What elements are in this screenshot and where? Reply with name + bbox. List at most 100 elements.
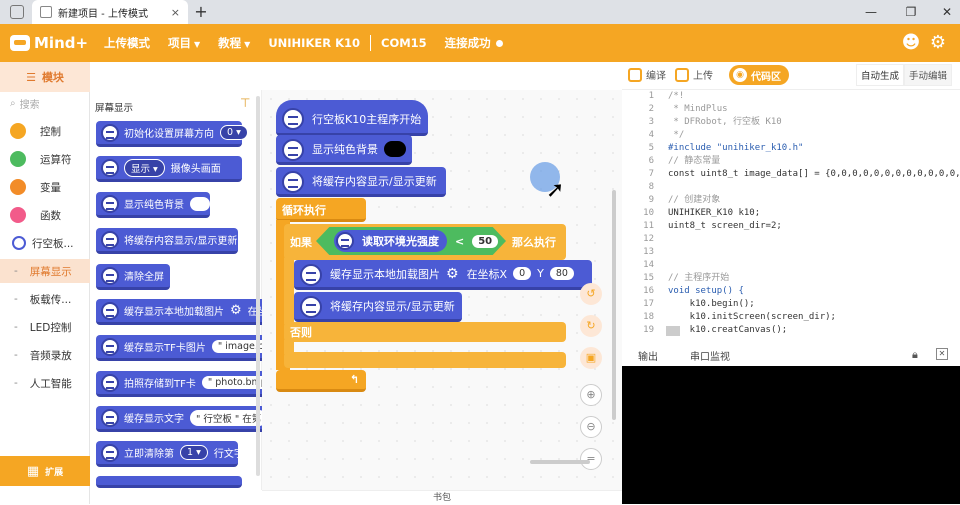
line-number: 6: [648, 156, 654, 166]
device-selector[interactable]: UNIHIKER K10: [262, 36, 366, 50]
undo-icon[interactable]: ↺: [580, 283, 602, 305]
robot-icon[interactable]: ☻: [900, 32, 922, 54]
block-label: 行空板K10主程序开始: [312, 112, 422, 126]
line-number: 7: [648, 169, 654, 179]
block-refresh[interactable]: 将缓存内容显示/显示更新: [294, 292, 462, 322]
tab-close-icon[interactable]: ×: [171, 6, 180, 19]
block-dropdown[interactable]: 0 ▾: [220, 125, 248, 140]
workspace-hscrollbar[interactable]: [530, 460, 590, 464]
subcategory-led[interactable]: - LED控制: [0, 315, 90, 339]
tab-serial-monitor[interactable]: 串口监视: [674, 348, 746, 363]
menu-project[interactable]: 项目 ▼: [162, 35, 206, 51]
compile-tab[interactable]: 编译: [628, 67, 666, 82]
backpack-bar[interactable]: 书包: [262, 490, 622, 504]
zoom-reset-icon[interactable]: =: [580, 448, 602, 470]
threshold-input[interactable]: 50: [472, 234, 499, 248]
block-partial[interactable]: [96, 476, 242, 488]
gear-icon[interactable]: ⚙: [230, 303, 242, 318]
dash-marker: -: [14, 265, 18, 277]
gear-icon[interactable]: ⚙: [927, 32, 949, 54]
block-show-text[interactable]: 缓存显示文字 " 行空板 " 在第: [96, 406, 268, 432]
workspace-scrollbar[interactable]: [612, 190, 616, 420]
block-show-camera[interactable]: 显示 ▾ 摄像头画面: [96, 156, 242, 182]
block-forever-loop[interactable]: 循环执行: [276, 198, 366, 222]
browser-tab[interactable]: 新建项目 - 上传模式 ×: [32, 0, 188, 24]
category-operators[interactable]: 运算符: [0, 147, 90, 171]
lock-icon[interactable]: 🔒︎: [912, 348, 918, 362]
subcategory-ai[interactable]: - 人工智能: [0, 371, 90, 395]
color-picker[interactable]: [384, 140, 406, 157]
block-show-bg[interactable]: 显示纯色背景: [96, 192, 210, 218]
block-show-tf-image[interactable]: 缓存显示TF卡图片 " image.png: [96, 335, 282, 361]
editor-scrollbar-thumb[interactable]: [666, 326, 680, 336]
close-window-button[interactable]: ✕: [938, 3, 956, 21]
category-variables[interactable]: 变量: [0, 175, 90, 199]
code-editor[interactable]: 1 /*! 2 * MindPlus 3 * DFRobot, 行空板 K10 4…: [622, 90, 960, 338]
line-number: 14: [643, 260, 654, 270]
subcategory-sensors[interactable]: - 板载传...: [0, 287, 90, 311]
block-dropdown[interactable]: 显示 ▾: [124, 158, 165, 177]
x-input[interactable]: 0: [513, 267, 532, 280]
connection-status[interactable]: 连接成功: [439, 35, 509, 51]
subcategory-screen[interactable]: - 屏幕显示: [0, 259, 90, 283]
block-photo-to-tf[interactable]: 拍照存储到TF卡 " photo.bmp ": [96, 371, 281, 397]
output-tabs: 输出 串口监视: [622, 344, 960, 366]
compile-label: 编译: [646, 71, 666, 82]
menu-tutorial[interactable]: 教程 ▼: [212, 35, 256, 51]
app-logo: Mind+: [0, 34, 92, 52]
color-picker[interactable]: [190, 196, 210, 211]
k10-block-icon: [101, 267, 119, 285]
block-clear-screen[interactable]: 清除全屏: [96, 264, 170, 290]
block-clear-line[interactable]: 立即清除第 1 ▾ 行文字: [96, 441, 244, 467]
block-show-local-image[interactable]: 缓存显示本地加载图片⚙在坐: [96, 299, 268, 325]
y-input[interactable]: 80: [549, 267, 574, 280]
category-control[interactable]: 控制: [0, 119, 90, 143]
code-area-tab[interactable]: ◉ 代码区: [729, 65, 789, 85]
serial-console[interactable]: [622, 366, 960, 504]
line-number: 17: [643, 299, 654, 309]
category-device[interactable]: 行空板...: [0, 231, 90, 255]
block-label: 初始化设置屏幕方向: [124, 129, 214, 140]
minimize-button[interactable]: —: [862, 3, 880, 21]
block-label: 那么执行: [512, 236, 556, 249]
gear-icon[interactable]: ⚙: [446, 266, 459, 282]
zoom-in-icon[interactable]: ⊕: [580, 384, 602, 406]
block-show-local-image[interactable]: 缓存显示本地加载图片 ⚙ 在坐标X 0 Y 80: [294, 260, 592, 290]
flyout-title: 屏幕显示: [95, 103, 134, 114]
search-input[interactable]: ⌕ 搜索: [10, 94, 82, 112]
menu-upload-mode[interactable]: 上传模式: [98, 35, 156, 51]
port-selector[interactable]: COM15: [375, 36, 433, 50]
redo-icon[interactable]: ↻: [580, 315, 602, 337]
tab-blocks-label: 模块: [41, 71, 64, 84]
new-tab-button[interactable]: +: [192, 3, 210, 21]
subcategory-audio[interactable]: - 音频录放: [0, 343, 90, 367]
block-refresh[interactable]: 将缓存内容显示/显示更新: [96, 228, 238, 254]
comparison-block[interactable]: 读取环境光强度 < 50: [316, 227, 506, 255]
tab-blocks[interactable]: ☰ 模块: [0, 62, 90, 92]
flyout-scrollbar[interactable]: [256, 96, 260, 476]
clear-console-icon[interactable]: ✕: [936, 348, 948, 360]
pin-icon[interactable]: ⊤: [240, 96, 250, 110]
block-init-screen-dir[interactable]: 初始化设置屏幕方向 0 ▾: [96, 121, 248, 147]
block-refresh[interactable]: 将缓存内容显示/显示更新: [276, 167, 446, 197]
tab-menu-icon[interactable]: [10, 5, 24, 19]
tab-title: 新建项目 - 上传模式: [58, 8, 148, 20]
manual-edit-tab[interactable]: 手动编辑: [904, 64, 953, 86]
upload-tab[interactable]: 上传: [675, 67, 713, 82]
block-main-start[interactable]: 行空板K10主程序开始: [276, 100, 428, 136]
reporter-light-sensor[interactable]: 读取环境光强度: [334, 230, 447, 252]
block-show-bg[interactable]: 显示纯色背景: [276, 135, 412, 165]
cleanup-icon[interactable]: ▣: [580, 347, 602, 369]
extensions-button[interactable]: ▦ 扩展: [0, 456, 90, 486]
k10-block-icon: [101, 124, 119, 142]
loop-footer: ↰: [276, 370, 366, 392]
k10-block-icon: [101, 338, 119, 356]
zoom-out-icon[interactable]: ⊖: [580, 416, 602, 438]
code-icon: ◉: [733, 68, 747, 82]
tab-output[interactable]: 输出: [622, 348, 674, 363]
category-functions[interactable]: 函数: [0, 203, 90, 227]
line-number: 5: [648, 143, 654, 153]
auto-generate-tab[interactable]: 自动生成: [856, 64, 905, 86]
restore-button[interactable]: ❐: [902, 3, 920, 21]
block-dropdown[interactable]: 1 ▾: [180, 445, 208, 460]
